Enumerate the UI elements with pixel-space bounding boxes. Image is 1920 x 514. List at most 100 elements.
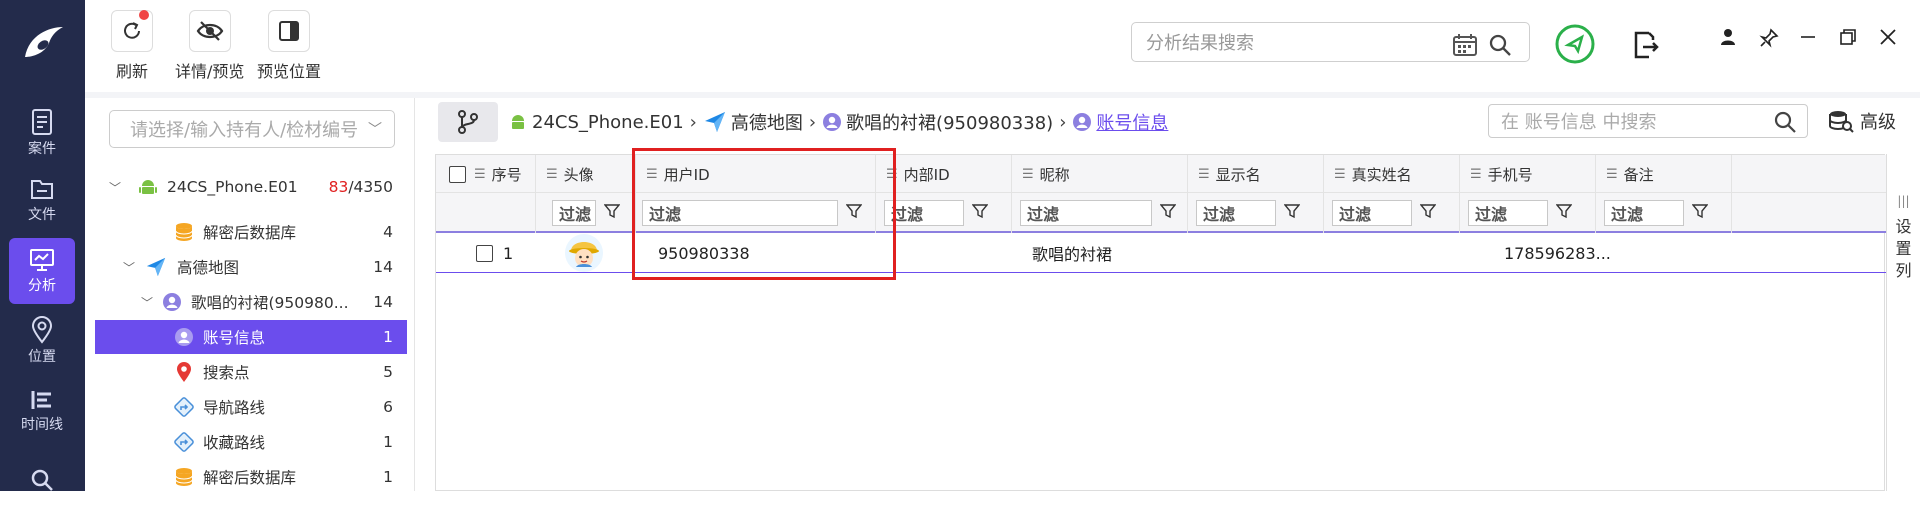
user-avatar-icon <box>823 113 842 131</box>
tree-item-count: 14 <box>373 293 393 311</box>
filter-input[interactable]: 过滤 <box>552 200 596 226</box>
notification-dot <box>139 10 149 20</box>
search-icon <box>31 469 53 491</box>
column-header-phone[interactable]: ☰ 手机号 <box>1460 155 1596 193</box>
minimize-icon[interactable] <box>1799 28 1817 46</box>
filter-funnel-icon[interactable] <box>971 203 989 223</box>
restore-icon[interactable] <box>1839 28 1857 46</box>
tree-item-count: 6 <box>383 398 393 416</box>
tree-item-device[interactable]: ﹀ 24CS_Phone.E01 83/4350 <box>95 170 407 204</box>
tree-item-label: 高德地图 <box>177 259 240 277</box>
branch-icon <box>458 110 478 134</box>
preview-position-button[interactable]: 预览位置 <box>257 10 321 82</box>
nav-analysis[interactable]: 分析 <box>9 238 75 304</box>
filter-input[interactable]: 过滤 <box>1020 200 1152 226</box>
user-avatar-icon <box>173 326 195 348</box>
tree-item-fav-routes[interactable]: 收藏路线 1 <box>95 425 407 459</box>
filter-cell-avatar: 过滤 <box>536 193 636 233</box>
breadcrumb-current[interactable]: 账号信息 <box>1072 109 1168 135</box>
column-header-internal-id[interactable]: ☰ 内部ID <box>876 155 1012 193</box>
nav-analysis-label: 分析 <box>28 278 56 294</box>
collapse-arrow-icon[interactable]: ﹀ <box>141 294 153 311</box>
breadcrumb-account[interactable]: 歌唱的衬裙(950980338) <box>822 109 1053 135</box>
row-phone: 178596283... <box>1504 243 1611 263</box>
table-search-placeholder: 在 账号信息 中搜索 <box>1501 112 1657 133</box>
column-header-index[interactable]: ☰ 序号 <box>436 155 536 193</box>
tree-item-label: 解密后数据库 <box>203 224 297 242</box>
row-checkbox[interactable] <box>476 233 493 273</box>
breadcrumb-app[interactable]: 高德地图 <box>703 109 803 135</box>
detail-preview-button[interactable]: 详情/预览 <box>175 10 244 82</box>
filter-funnel-icon[interactable] <box>1283 203 1301 223</box>
global-search-input[interactable]: 分析结果搜索 <box>1131 22 1530 62</box>
pin-icon[interactable] <box>1759 28 1779 48</box>
refresh-button[interactable]: 刷新 <box>111 10 153 82</box>
nav-search[interactable] <box>9 448 75 514</box>
tree-item-amap[interactable]: ﹀ 高德地图 14 <box>95 250 407 284</box>
search-icon[interactable] <box>1773 110 1797 139</box>
green-status-icon[interactable] <box>1555 24 1595 68</box>
nav-file-label: 文件 <box>28 207 56 223</box>
filter-input[interactable]: 过滤 <box>884 200 964 226</box>
global-search-icon[interactable] <box>1488 33 1512 57</box>
tree-item-search-points[interactable]: 搜索点 5 <box>95 355 407 389</box>
amap-icon <box>145 256 167 278</box>
close-icon[interactable] <box>1879 28 1897 46</box>
collapse-arrow-icon[interactable]: ﹀ <box>109 179 121 196</box>
filter-cell-phone: 过滤 <box>1460 193 1596 233</box>
user-avatar-icon <box>1073 113 1092 131</box>
filter-input[interactable]: 过滤 <box>1196 200 1276 226</box>
top-toolbar: 刷新 详情/预览 预览位置 分析结果搜索 <box>85 0 1920 92</box>
branch-button[interactable] <box>438 102 498 142</box>
location-pin-icon <box>31 316 53 344</box>
filter-funnel-icon[interactable] <box>603 203 621 223</box>
filter-funnel-icon[interactable] <box>1159 203 1177 223</box>
filter-input[interactable]: 过滤 <box>1604 200 1684 226</box>
route-icon <box>173 431 195 453</box>
refresh-label: 刷新 <box>115 62 148 81</box>
app-logo <box>0 0 85 85</box>
column-header-nickname[interactable]: ☰ 昵称 <box>1012 155 1188 193</box>
tree-item-nav-routes[interactable]: 导航路线 6 <box>95 390 407 424</box>
column-settings-icon: ||| <box>1897 194 1910 208</box>
tree-item-label: 收藏路线 <box>203 434 266 452</box>
breadcrumb-device[interactable]: 24CS_Phone.E01 <box>508 112 684 133</box>
nav-file[interactable]: 文件 <box>9 167 75 233</box>
column-header-real-name[interactable]: ☰ 真实姓名 <box>1324 155 1460 193</box>
tree-item-label: 歌唱的衬裙(950980... <box>191 294 349 312</box>
tree-item-decrypted-db[interactable]: 解密后数据库 4 <box>95 215 407 249</box>
filter-funnel-icon[interactable] <box>1555 203 1573 223</box>
table-search-input[interactable]: 在 账号信息 中搜索 <box>1488 104 1808 138</box>
tree-item-decrypted-db-2[interactable]: 解密后数据库 1 <box>95 460 407 494</box>
collapse-arrow-icon[interactable]: ﹀ <box>123 259 135 276</box>
filter-funnel-icon[interactable] <box>1691 203 1709 223</box>
filter-funnel-icon[interactable] <box>1419 203 1437 223</box>
advanced-label: 高级 <box>1860 112 1896 133</box>
filter-input[interactable]: 过滤 <box>1332 200 1412 226</box>
advanced-button[interactable]: 高级 <box>1828 108 1896 134</box>
tree-item-count: 1 <box>383 328 393 346</box>
left-nav: 案件 文件 分析 位置 时间线 <box>0 0 85 491</box>
tree-item-label: 账号信息 <box>203 329 266 347</box>
tree-item-account-node[interactable]: ﹀ 歌唱的衬裙(950980... 14 <box>95 285 407 319</box>
tree-item-account-info[interactable]: 账号信息 1 <box>95 320 407 354</box>
tree-item-count: 83/4350 <box>328 178 393 196</box>
nav-case[interactable]: 案件 <box>9 100 75 166</box>
row-nickname: 歌唱的衬裙 <box>1032 245 1113 264</box>
user-icon[interactable] <box>1719 28 1737 46</box>
nav-timeline[interactable]: 时间线 <box>9 378 75 444</box>
column-settings[interactable]: ||| 设 置 列 <box>1886 154 1920 491</box>
calendar-icon[interactable] <box>1452 33 1478 57</box>
nav-location[interactable]: 位置 <box>9 308 75 374</box>
filter-cell-internal-id: 过滤 <box>876 193 1012 233</box>
select-all-checkbox[interactable] <box>449 165 466 183</box>
export-icon[interactable] <box>1631 30 1659 64</box>
android-icon <box>512 115 524 129</box>
holder-select[interactable]: 请选择/输入持有人/检材编号 ﹀ <box>109 110 395 148</box>
row-avatar[interactable] <box>564 233 604 273</box>
column-header-avatar[interactable]: ☰ 头像 <box>536 155 636 193</box>
column-header-display-name[interactable]: ☰ 显示名 <box>1188 155 1324 193</box>
tree-item-label: 搜索点 <box>203 364 250 382</box>
filter-input[interactable]: 过滤 <box>1468 200 1548 226</box>
column-header-note[interactable]: ☰ 备注 <box>1596 155 1732 193</box>
